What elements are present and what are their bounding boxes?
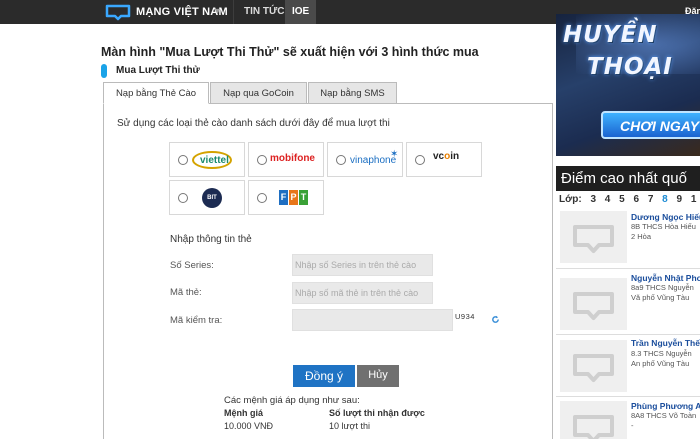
entry-info: 8B THCS Hòa Hiếu 2 Hòa bbox=[631, 222, 696, 241]
fpt-logo-p: P bbox=[289, 190, 298, 205]
table-header-so-luot: Số lượt thi nhận được bbox=[329, 408, 425, 418]
grade-7[interactable]: 7 bbox=[648, 194, 654, 205]
avatar[interactable] bbox=[560, 340, 627, 392]
captcha-label: Mã kiểm tra: bbox=[170, 315, 223, 326]
entry-info: 8.3 THCS Nguyễn An phố Vũng Tàu bbox=[631, 349, 692, 368]
tab-sms[interactable]: Nạp bằng SMS bbox=[308, 82, 397, 104]
entry-name[interactable]: Dương Ngọc Hiếu bbox=[631, 212, 700, 222]
grade-5[interactable]: 5 bbox=[619, 194, 625, 205]
radio-button[interactable] bbox=[257, 193, 267, 203]
grade-label: Lớp: bbox=[559, 194, 582, 205]
grade-9[interactable]: 9 bbox=[677, 194, 683, 205]
viettel-label: viettel bbox=[200, 155, 229, 166]
avatar[interactable] bbox=[560, 278, 627, 330]
avatar-placeholder-icon bbox=[573, 292, 614, 320]
captcha-image: U934 bbox=[455, 312, 475, 321]
grade-3[interactable]: 3 bbox=[590, 194, 596, 205]
fpt-logo-f: F bbox=[279, 190, 288, 205]
divider bbox=[556, 396, 700, 397]
entry-name[interactable]: Phùng Phương An bbox=[631, 401, 700, 411]
confirm-button[interactable]: Đồng ý bbox=[293, 365, 355, 387]
section-marker bbox=[101, 64, 107, 78]
divider bbox=[556, 268, 700, 269]
banner-title-line2: THOẠI bbox=[587, 54, 673, 80]
vinaphone-star-icon: ✶ bbox=[390, 149, 399, 160]
entry-info: 8A8 THCS Võ Toàn - bbox=[631, 411, 697, 430]
captcha-input[interactable] bbox=[292, 309, 453, 331]
card-option-vinaphone[interactable]: vinaphone ✶ bbox=[327, 142, 403, 177]
tab-gocoin[interactable]: Nạp qua GoCoin bbox=[210, 82, 307, 104]
top-scores-header: Điểm cao nhất quố bbox=[556, 166, 700, 191]
series-label: Số Series: bbox=[170, 260, 214, 271]
play-now-button[interactable]: CHƠI NGAY bbox=[601, 111, 700, 139]
nav-ioe[interactable]: IOE bbox=[285, 0, 317, 24]
table-cell-price: 10.000 VNĐ bbox=[224, 421, 274, 431]
avatar-placeholder-icon bbox=[573, 415, 614, 439]
entry-name[interactable]: Trần Nguyễn Thế H bbox=[631, 338, 700, 348]
avatar[interactable] bbox=[560, 401, 627, 439]
tab-the-cao[interactable]: Nạp bằng Thẻ Cào bbox=[103, 82, 209, 104]
card-option-bit[interactable]: BIT bbox=[169, 180, 245, 215]
radio-button[interactable] bbox=[178, 193, 188, 203]
cancel-button[interactable]: Hủy bbox=[357, 365, 399, 387]
table-header-menh-gia: Mệnh giá bbox=[224, 408, 264, 418]
card-option-vcoin[interactable]: vcoin bbox=[406, 142, 482, 177]
card-code-input[interactable]: Nhập số mã thẻ in trên thẻ cào bbox=[292, 282, 433, 304]
card-option-fpt[interactable]: F P T bbox=[248, 180, 324, 215]
divider bbox=[556, 334, 700, 335]
refresh-icon[interactable] bbox=[491, 315, 500, 324]
logo-icon[interactable] bbox=[104, 3, 132, 21]
intro-text: Sử dụng các loại thẻ cào danh sách dưới … bbox=[117, 118, 390, 129]
radio-button[interactable] bbox=[415, 155, 425, 165]
banner-title-line1: HUYỀN bbox=[563, 22, 658, 48]
table-cell-turns: 10 lượt thi bbox=[329, 421, 370, 431]
caret-down-icon[interactable]: ▼ bbox=[213, 6, 222, 16]
entry-name[interactable]: Nguyễn Nhật Phon bbox=[631, 273, 700, 283]
price-note: Các mệnh giá áp dụng như sau: bbox=[224, 395, 360, 406]
bit-logo: BIT bbox=[202, 188, 222, 208]
fpt-logo-t: T bbox=[299, 190, 308, 205]
radio-button[interactable] bbox=[257, 155, 267, 165]
page-title: Màn hình "Mua Lượt Thi Thử" sẽ xuất hiện… bbox=[101, 45, 479, 59]
grade-8[interactable]: 8 bbox=[662, 194, 668, 205]
grade-4[interactable]: 4 bbox=[605, 194, 611, 205]
card-option-viettel[interactable]: viettel bbox=[169, 142, 245, 177]
radio-button[interactable] bbox=[336, 155, 346, 165]
section-title: Mua Lượt Thi thử bbox=[116, 65, 200, 76]
grade-selector: Lớp: 3 4 5 6 7 8 9 1 bbox=[559, 194, 700, 205]
avatar[interactable] bbox=[560, 211, 627, 263]
form-heading: Nhập thông tin thẻ bbox=[170, 234, 252, 245]
avatar-placeholder-icon bbox=[573, 354, 614, 382]
grade-10[interactable]: 1 bbox=[691, 194, 697, 205]
entry-info: 8a9 THCS Nguyễn Vă phố Vũng Tàu bbox=[631, 283, 694, 302]
card-option-mobifone[interactable]: mobifone bbox=[248, 142, 324, 177]
radio-button[interactable] bbox=[178, 155, 188, 165]
game-banner[interactable]: HUYỀN THOẠI CHƠI NGAY bbox=[556, 14, 700, 156]
mobifone-label: mobifone bbox=[270, 153, 315, 164]
card-code-label: Mã thẻ: bbox=[170, 287, 202, 298]
vcoin-label: vcoin bbox=[433, 151, 460, 162]
avatar-placeholder-icon bbox=[573, 225, 614, 253]
series-input[interactable]: Nhập số Series in trên thẻ cào bbox=[292, 254, 433, 276]
grade-6[interactable]: 6 bbox=[633, 194, 639, 205]
